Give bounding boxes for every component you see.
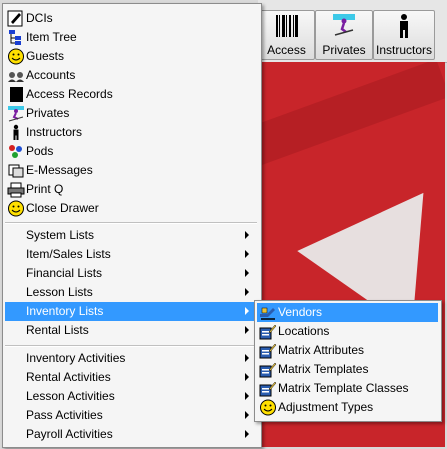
submenu-item-vendors[interactable]: Vendors	[257, 303, 438, 322]
submenu-item-label: Matrix Template Classes	[278, 381, 409, 395]
menu-item-label: Accounts	[26, 68, 76, 82]
submenu-item-matrix-attributes[interactable]: Matrix Attributes	[257, 341, 438, 360]
menu-item-close-drawer[interactable]: Close Drawer	[5, 199, 257, 218]
menu-item-label: Close Drawer	[26, 201, 99, 215]
list-edit-icon	[259, 342, 277, 359]
toolbar: Access Privates Instructors	[258, 0, 447, 63]
menu-item-lesson-lists[interactable]: Lesson Lists	[5, 283, 257, 302]
list-edit-icon	[259, 323, 277, 340]
skier-icon	[331, 13, 357, 39]
menu-item-label: DCIs	[26, 11, 53, 25]
record-icon	[7, 86, 25, 103]
edit-icon	[7, 10, 25, 27]
menu-item-label: Privates	[26, 106, 70, 120]
submenu-item-matrix-template-classes[interactable]: Matrix Template Classes	[257, 379, 438, 398]
submenu-arrow-icon	[245, 307, 249, 315]
menu-item-lesson-activities[interactable]: Lesson Activities	[5, 387, 257, 406]
menu-item-item-sales-lists[interactable]: Item/Sales Lists	[5, 245, 257, 264]
smiley-icon	[7, 200, 25, 217]
tree-icon	[7, 29, 25, 46]
smiley-icon	[7, 48, 25, 65]
submenu-item-label: Matrix Attributes	[278, 343, 365, 357]
submenu-arrow-icon	[245, 250, 249, 258]
menu-separator	[5, 222, 257, 224]
menu-item-label: Print Q	[26, 182, 64, 196]
menu-item-label: Rental Lists	[26, 323, 89, 337]
menu-item-e-messages[interactable]: E-Messages	[5, 161, 257, 180]
submenu-item-matrix-templates[interactable]: Matrix Templates	[257, 360, 438, 379]
submenu-arrow-icon	[245, 326, 249, 334]
person-icon	[7, 124, 25, 141]
toolbar-instructors-button[interactable]: Instructors	[373, 10, 435, 60]
menu-item-inventory-activities[interactable]: Inventory Activities	[5, 349, 257, 368]
inventory-lists-submenu: Vendors Locations Matrix Attributes Matr…	[254, 300, 442, 422]
menu-item-label: System Lists	[26, 228, 95, 242]
menu-item-label: Inventory Activities	[26, 351, 126, 365]
menu-item-accounts[interactable]: Accounts	[5, 66, 257, 85]
menu-item-pass-activities[interactable]: Pass Activities	[5, 406, 257, 425]
accounts-icon	[7, 67, 25, 84]
print-icon	[7, 181, 25, 198]
submenu-arrow-icon	[245, 354, 249, 362]
submenu-arrow-icon	[245, 373, 249, 381]
submenu-arrow-icon	[245, 269, 249, 277]
menu-item-pods[interactable]: Pods	[5, 142, 257, 161]
menu-item-label: Inventory Lists	[26, 304, 104, 318]
menu-item-privates[interactable]: Privates	[5, 104, 257, 123]
submenu-item-locations[interactable]: Locations	[257, 322, 438, 341]
toolbar-access-button[interactable]: Access	[258, 10, 315, 60]
submenu-arrow-icon	[245, 288, 249, 296]
submenu-item-label: Vendors	[278, 305, 323, 319]
menu-item-label: Lesson Activities	[26, 389, 115, 403]
menu-item-print-q[interactable]: Print Q	[5, 180, 257, 199]
menu-item-guests[interactable]: Guests	[5, 47, 257, 66]
list-edit-icon	[259, 361, 277, 378]
submenu-arrow-icon	[245, 392, 249, 400]
menu-item-instructors[interactable]: Instructors	[5, 123, 257, 142]
person-icon	[391, 13, 417, 39]
menu-item-system-lists[interactable]: System Lists	[5, 226, 257, 245]
skier-icon	[7, 105, 25, 122]
menu-item-inventory-lists[interactable]: Inventory Lists	[5, 302, 257, 321]
menu-item-label: Item Tree	[26, 30, 77, 44]
menu-item-label: Access Records	[26, 87, 113, 101]
toolbar-instructors-label: Instructors	[375, 43, 432, 57]
submenu-item-label: Adjustment Types	[278, 400, 374, 414]
menu-item-rental-lists[interactable]: Rental Lists	[5, 321, 257, 340]
menu-item-financial-lists[interactable]: Financial Lists	[5, 264, 257, 283]
toolbar-access-label: Access	[267, 43, 306, 57]
menu-item-label: Item/Sales Lists	[26, 247, 111, 261]
submenu-item-label: Matrix Templates	[278, 362, 369, 376]
main-menu: DCIs Item Tree Guests Accounts Access Re…	[2, 3, 262, 448]
menu-item-payroll-activities[interactable]: Payroll Activities	[5, 425, 257, 444]
logo-band	[259, 62, 445, 165]
barcode-icon	[274, 13, 300, 39]
menu-item-label: Rental Activities	[26, 370, 111, 384]
menu-item-label: Lesson Lists	[26, 285, 93, 299]
submenu-item-label: Locations	[278, 324, 330, 338]
menu-item-rental-activities[interactable]: Rental Activities	[5, 368, 257, 387]
menu-item-label: Instructors	[26, 125, 83, 139]
menu-item-item-tree[interactable]: Item Tree	[5, 28, 257, 47]
vendor-icon	[259, 304, 277, 321]
toolbar-privates-label: Privates	[322, 43, 366, 57]
menu-item-label: Pods	[26, 144, 54, 158]
menu-item-access-records[interactable]: Access Records	[5, 85, 257, 104]
submenu-arrow-icon	[245, 430, 249, 438]
pods-icon	[7, 143, 25, 160]
menu-item-dcis[interactable]: DCIs	[5, 9, 257, 28]
menu-item-label: E-Messages	[26, 163, 93, 177]
submenu-arrow-icon	[245, 411, 249, 419]
menu-item-label: Financial Lists	[26, 266, 103, 280]
menu-item-label: Pass Activities	[26, 408, 103, 422]
message-icon	[7, 162, 25, 179]
toolbar-privates-button[interactable]: Privates	[315, 10, 373, 60]
menu-item-label: Guests	[26, 49, 65, 63]
submenu-arrow-icon	[245, 231, 249, 239]
smiley-icon	[259, 399, 277, 416]
menu-item-label: Payroll Activities	[26, 427, 113, 441]
list-edit-icon	[259, 380, 277, 397]
submenu-item-adjustment-types[interactable]: Adjustment Types	[257, 398, 438, 417]
menu-separator	[5, 345, 257, 347]
